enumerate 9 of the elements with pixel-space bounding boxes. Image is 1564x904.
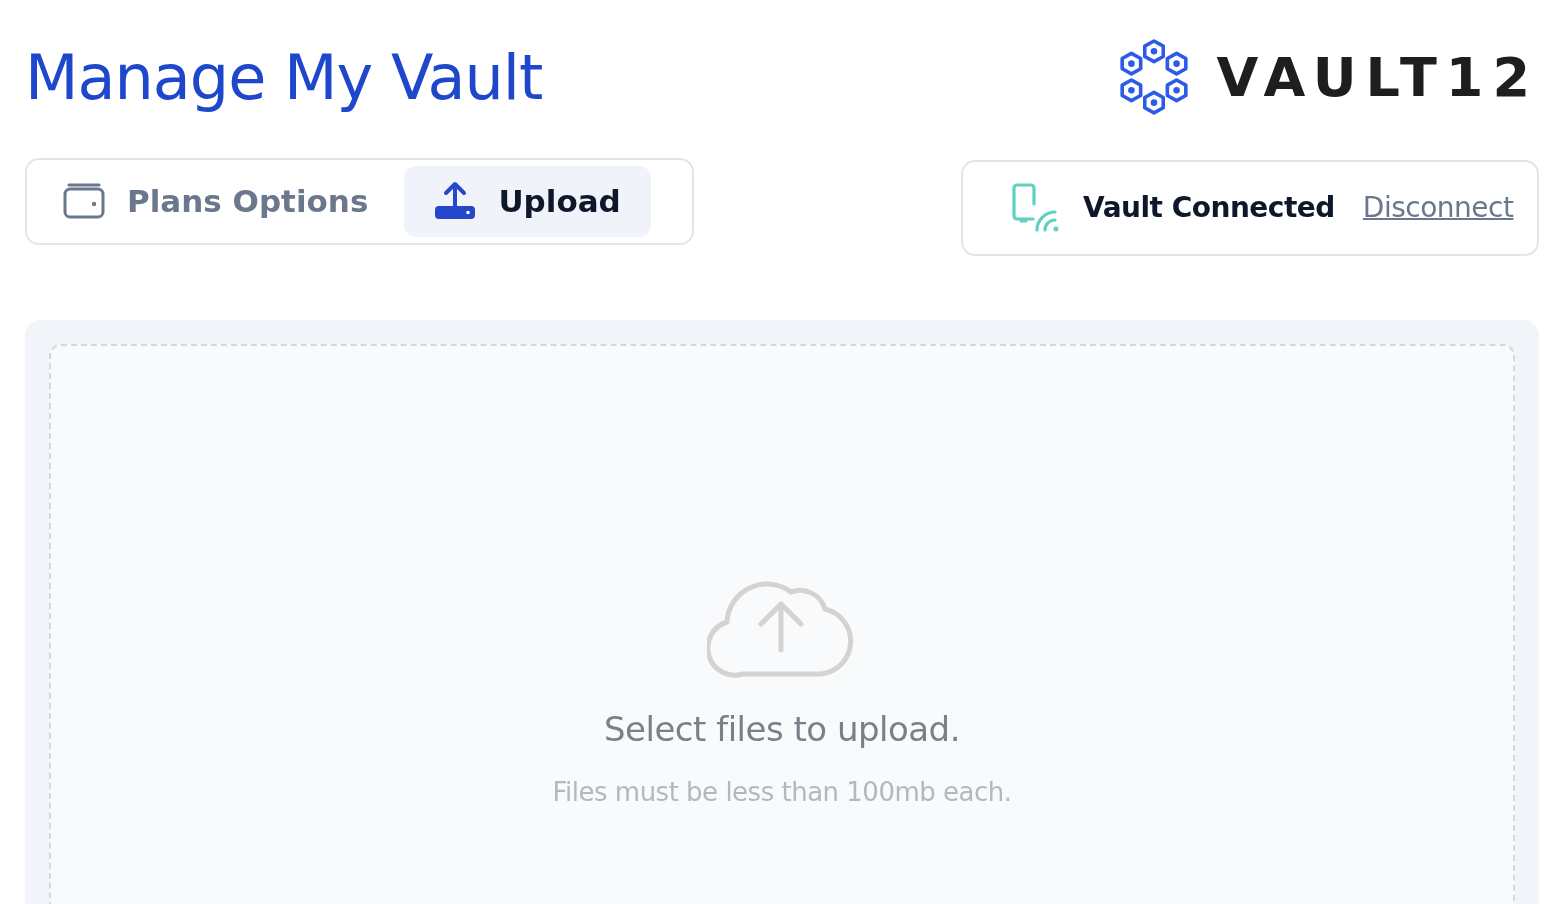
page-title: Manage My Vault: [25, 40, 543, 116]
disconnect-link[interactable]: Disconnect: [1362, 187, 1514, 229]
tab[interactable]: Plans Options: [33, 166, 399, 237]
dropzone-title: Select files to upload.: [603, 708, 960, 751]
logo-wordmark: VAULT12: [1216, 51, 1539, 105]
drop-zone[interactable]: Select files to upload. Files must be less than 100mb each.: [49, 344, 1515, 904]
dropzone-hint: Files must be less than 100mb each.: [552, 776, 1012, 809]
connection-status: Vault Connected: [1083, 190, 1335, 226]
tab[interactable]: Upload: [404, 166, 651, 237]
